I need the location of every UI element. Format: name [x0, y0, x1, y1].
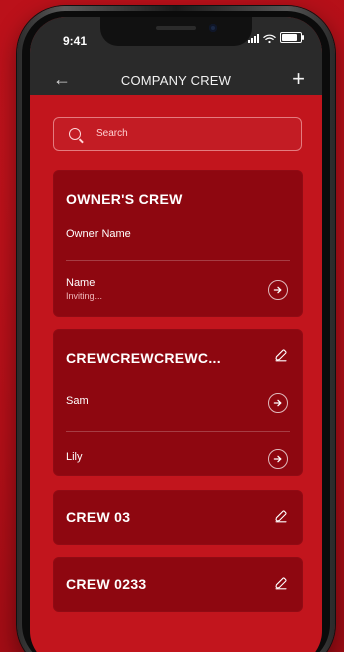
pencil-icon: [275, 577, 287, 590]
status-bar: 9:41: [30, 29, 322, 49]
owner-crew-card: OWNER'S CREW Owner Name Name Inviting...: [53, 170, 303, 317]
battery-icon: [280, 32, 304, 43]
arrow-right-circle-icon: [273, 286, 282, 294]
crew-card-3: CREW 0233: [53, 557, 303, 612]
owner-member-row[interactable]: Name Inviting...: [53, 269, 303, 313]
app-header: ← COMPANY CREW +: [30, 68, 322, 93]
edit-crew-button[interactable]: [274, 348, 288, 362]
battery-level: [282, 34, 297, 41]
search-icon: [69, 128, 81, 140]
member-name-lily: Lily: [66, 451, 83, 463]
owner-name-label: Owner Name: [66, 228, 131, 240]
owner-member-arrow-button[interactable]: [268, 280, 288, 300]
owner-divider: [66, 260, 290, 261]
pencil-icon: [275, 349, 287, 362]
member-arrow-button-lily[interactable]: [268, 449, 288, 469]
arrow-right-circle-icon: [273, 455, 282, 463]
search-placeholder: Search: [96, 128, 128, 139]
crew-card-3-title: CREW 0233: [66, 576, 147, 592]
pencil-icon: [275, 510, 287, 523]
member-arrow-button-sam[interactable]: [268, 393, 288, 413]
arrow-right-circle-icon: [273, 399, 282, 407]
crew-card-2: CREW 03: [53, 490, 303, 545]
owner-member-name: Name: [66, 277, 96, 289]
owner-member-status: Inviting...: [66, 291, 103, 301]
member-row-sam[interactable]: Sam: [53, 382, 303, 426]
plus-icon: +: [292, 66, 305, 91]
app-screen: 9:41 ← COMPANY CREW + Search OWNER'S CRE…: [30, 17, 322, 652]
crew-card-1-divider: [66, 431, 290, 432]
status-icons: [248, 32, 304, 43]
status-time: 9:41: [63, 34, 88, 48]
signal-icon: [248, 33, 259, 43]
page-title: COMPANY CREW: [120, 73, 232, 88]
add-button[interactable]: +: [292, 68, 305, 90]
crew-card-1: CREWCREWCREWC... Sam Lily: [53, 329, 303, 476]
search-bar[interactable]: Search: [53, 117, 302, 151]
phone-frame: 9:41 ← COMPANY CREW + Search OWNER'S CRE…: [17, 6, 335, 652]
crew-card-2-title: CREW 03: [66, 509, 131, 525]
member-row-lily[interactable]: Lily: [53, 438, 303, 482]
edit-crew-button[interactable]: [274, 509, 288, 523]
page-background: 9:41 ← COMPANY CREW + Search OWNER'S CRE…: [0, 0, 344, 652]
member-name-sam: Sam: [66, 395, 89, 407]
crew-card-1-title: CREWCREWCREWC...: [66, 350, 221, 366]
owner-crew-title: OWNER'S CREW: [66, 191, 183, 207]
edit-crew-button[interactable]: [274, 576, 288, 590]
wifi-icon: [263, 33, 276, 43]
